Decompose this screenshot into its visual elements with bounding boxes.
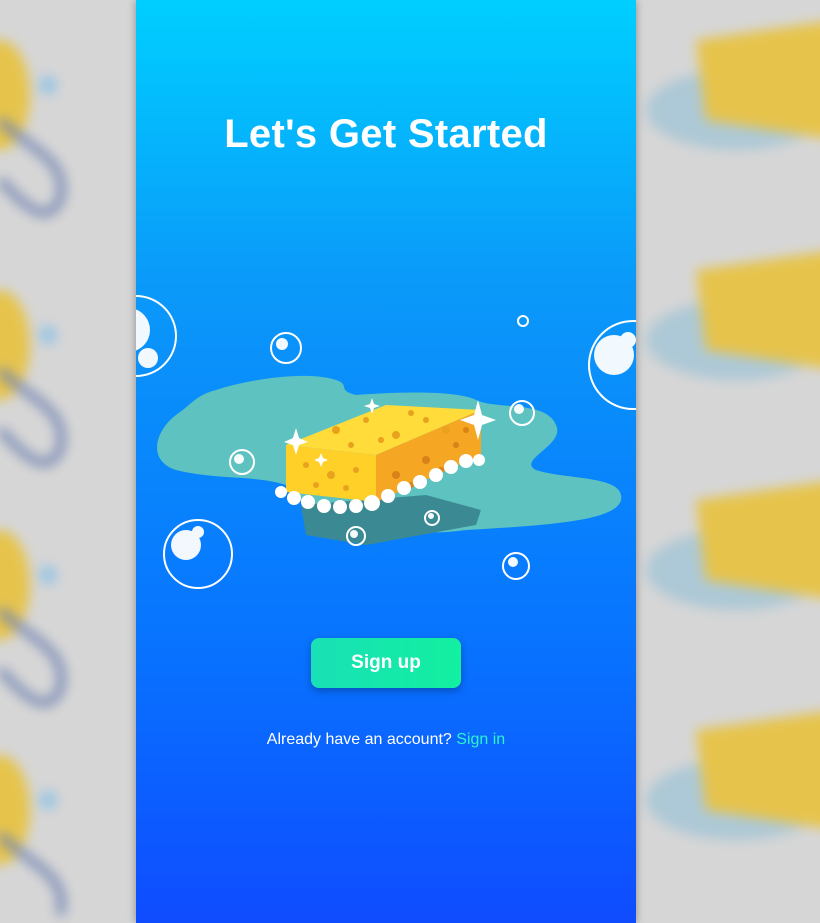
background-right-pattern	[636, 0, 820, 923]
signup-button[interactable]: Sign up	[311, 638, 461, 688]
page-title: Let's Get Started	[224, 112, 548, 156]
bg-sponge-tile	[0, 40, 66, 217]
background-left-pattern	[0, 0, 136, 923]
signin-prompt: Already have an account?	[266, 731, 452, 748]
signin-row: Already have an account? Sign in	[136, 731, 636, 749]
onboarding-screen: Let's Get Started Sign up Already have a…	[136, 0, 636, 923]
sponge-illustration	[136, 295, 636, 589]
signin-link[interactable]: Sign in	[456, 731, 505, 748]
